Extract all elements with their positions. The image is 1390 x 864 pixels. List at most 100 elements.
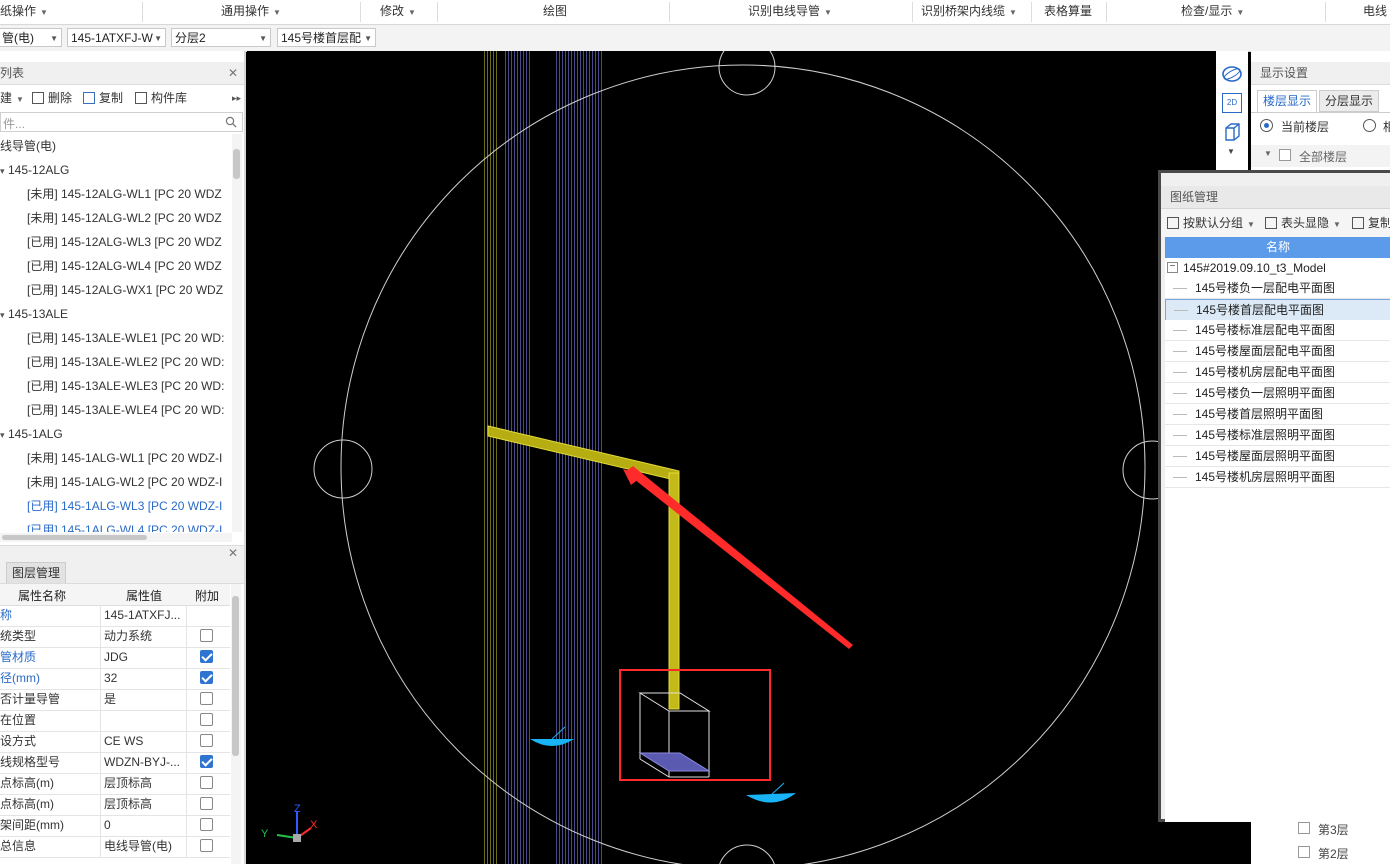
menu-modify[interactable]: 修改 ▼: [380, 0, 416, 24]
menu-check-display[interactable]: 检查/显示 ▼: [1181, 0, 1244, 24]
property-value[interactable]: 145-1ATXFJ...: [104, 605, 186, 626]
chevron-down-icon[interactable]: ▼: [1227, 147, 1235, 156]
tree-item[interactable]: [已用] 145-13ALE-WLE4 [PC 20 WD:: [0, 398, 230, 422]
tree-item[interactable]: [已用] 145-12ALG-WL3 [PC 20 WDZ: [0, 230, 230, 254]
radio-current-floor[interactable]: [1260, 119, 1273, 132]
scrollbar-thumb[interactable]: [232, 596, 239, 756]
drawing-item[interactable]: 145号楼屋面层配电平面图: [1165, 341, 1390, 362]
attach-checkbox[interactable]: [200, 839, 213, 852]
property-value[interactable]: WDZN-BYJ-...: [104, 752, 186, 773]
property-value[interactable]: CE WS: [104, 731, 186, 752]
property-value[interactable]: [104, 710, 186, 731]
property-value[interactable]: 层顶标高: [104, 773, 186, 794]
group-default-button[interactable]: 按默认分组 ▼: [1167, 212, 1255, 234]
tab-layer-display[interactable]: 分层显示: [1319, 90, 1379, 112]
radio-related-floor[interactable]: [1363, 119, 1376, 132]
tree-item[interactable]: [已用] 145-13ALE-WLE1 [PC 20 WD:: [0, 326, 230, 350]
floor-row[interactable]: 第2层: [1251, 841, 1390, 863]
layer-select[interactable]: 分层2 ▼: [171, 28, 271, 47]
2d-view-icon[interactable]: 2D: [1222, 93, 1242, 113]
tree-item[interactable]: [未用] 145-1ALG-WL1 [PC 20 WDZ-I: [0, 446, 230, 470]
drawing-item[interactable]: 145号楼首层配电平面图: [1165, 299, 1390, 321]
attach-checkbox[interactable]: [200, 797, 213, 810]
tree-hscrollbar[interactable]: [0, 533, 232, 542]
dynamic-observe-icon[interactable]: [1221, 63, 1243, 85]
drawing-item[interactable]: 145号楼负一层照明平面图: [1165, 383, 1390, 404]
all-floors-row[interactable]: ▼ 全部楼层: [1251, 145, 1390, 167]
header-toggle-button[interactable]: 表头显隐 ▼: [1265, 212, 1341, 234]
collapse-icon[interactable]: −: [1167, 262, 1178, 273]
search-icon[interactable]: [225, 116, 237, 128]
attach-checkbox[interactable]: [200, 713, 213, 726]
property-row[interactable]: 线规格型号 WDZN-BYJ-...: [0, 752, 230, 774]
menu-identify-tray-cable[interactable]: 识别桥架内线缆 ▼: [921, 0, 1017, 24]
tree-item[interactable]: [未用] 145-1ALG-WL2 [PC 20 WDZ-I: [0, 470, 230, 494]
chevron-down-icon[interactable]: ▼: [1264, 149, 1272, 158]
attach-checkbox[interactable]: [200, 818, 213, 831]
property-value[interactable]: 层顶标高: [104, 794, 186, 815]
attach-checkbox[interactable]: [200, 671, 213, 684]
attach-checkbox[interactable]: [200, 776, 213, 789]
property-row[interactable]: 称 145-1ATXFJ...: [0, 605, 230, 627]
expand-icon[interactable]: ▾: [0, 423, 8, 446]
property-row[interactable]: 径(mm) 32: [0, 668, 230, 690]
property-row[interactable]: 点标高(m) 层顶标高: [0, 794, 230, 816]
attach-checkbox[interactable]: [200, 734, 213, 747]
menu-draw[interactable]: 绘图: [543, 0, 567, 24]
attach-checkbox[interactable]: [200, 692, 213, 705]
property-value[interactable]: JDG: [104, 647, 186, 668]
scrollbar-thumb[interactable]: [233, 149, 240, 179]
property-value[interactable]: 电线导管(电): [104, 836, 186, 857]
property-row[interactable]: 否计量导管是: [0, 689, 230, 711]
drawing-root-row[interactable]: − 145#2019.09.10_t3_Model: [1165, 258, 1390, 278]
drawing-item[interactable]: 145号楼屋面层照明平面图: [1165, 446, 1390, 467]
property-row[interactable]: 点标高(m) 层顶标高: [0, 773, 230, 795]
drawing-item[interactable]: 145号楼机房层配电平面图: [1165, 362, 1390, 383]
search-input[interactable]: 件...: [0, 112, 243, 132]
delete-button[interactable]: 删除: [32, 87, 72, 109]
tree-item[interactable]: [已用] 145-13ALE-WLE3 [PC 20 WD:: [0, 374, 230, 398]
scrollbar-thumb[interactable]: [2, 535, 147, 540]
column-header-name[interactable]: 名称: [1165, 237, 1390, 258]
property-row[interactable]: 管材质 JDG: [0, 647, 230, 669]
panel-splitter[interactable]: [244, 51, 246, 864]
property-row[interactable]: 设方式 CE WS: [0, 731, 230, 753]
tab-layer-manage[interactable]: 图层管理: [6, 562, 66, 583]
drawing-select[interactable]: 145号楼首层配 ▼: [277, 28, 376, 47]
property-value[interactable]: 0: [104, 815, 186, 836]
tree-item[interactable]: [未用] 145-12ALG-WL2 [PC 20 WDZ: [0, 206, 230, 230]
property-row[interactable]: 架间距(mm) 0: [0, 815, 230, 837]
tree-item[interactable]: [已用] 145-12ALG-WX1 [PC 20 WDZ: [0, 278, 230, 302]
new-button[interactable]: 建 ▼: [0, 87, 24, 109]
expand-icon[interactable]: ▾: [0, 159, 8, 182]
tree-item[interactable]: [已用] 145-12ALG-WL4 [PC 20 WDZ: [0, 254, 230, 278]
property-value[interactable]: 是: [104, 689, 186, 710]
close-icon[interactable]: ✕: [228, 546, 238, 560]
tree-item[interactable]: [未用] 145-12ALG-WL1 [PC 20 WDZ: [0, 182, 230, 206]
floor-checkbox[interactable]: [1298, 846, 1310, 858]
library-button[interactable]: 构件库: [135, 87, 187, 109]
3d-box-icon[interactable]: [1221, 121, 1243, 143]
tree-group[interactable]: ▾ 145-13ALE: [0, 302, 230, 326]
copy-drawing-button[interactable]: 复制: [1352, 212, 1390, 234]
menu-drawing-ops[interactable]: 纸操作 ▼: [0, 0, 48, 24]
attach-checkbox[interactable]: [200, 629, 213, 642]
property-row[interactable]: 总信息 电线导管(电): [0, 836, 230, 858]
component-select[interactable]: 145-1ATXFJ-W ▼: [67, 28, 166, 47]
tree-root[interactable]: 线导管(电): [0, 134, 230, 158]
drawing-item[interactable]: 145号楼首层照明平面图: [1165, 404, 1390, 425]
property-value[interactable]: 32: [104, 668, 186, 689]
tree-group[interactable]: ▾ 145-12ALG: [0, 158, 230, 182]
menu-general-ops[interactable]: 通用操作 ▼: [221, 0, 281, 24]
floor-checkbox[interactable]: [1298, 822, 1310, 834]
close-icon[interactable]: ✕: [228, 62, 238, 84]
type-select[interactable]: 管(电) ▼: [0, 28, 62, 47]
property-row[interactable]: 在位置: [0, 710, 230, 732]
property-row[interactable]: 统类型 动力系统: [0, 626, 230, 648]
tree-item[interactable]: [已用] 145-13ALE-WLE2 [PC 20 WD:: [0, 350, 230, 374]
drawing-item[interactable]: 145号楼机房层照明平面图: [1165, 467, 1390, 488]
tab-floor-display[interactable]: 楼层显示: [1257, 90, 1317, 112]
copy-button[interactable]: 复制: [83, 87, 123, 109]
expand-icon[interactable]: ▾: [0, 303, 8, 326]
all-floors-checkbox[interactable]: [1279, 149, 1291, 161]
